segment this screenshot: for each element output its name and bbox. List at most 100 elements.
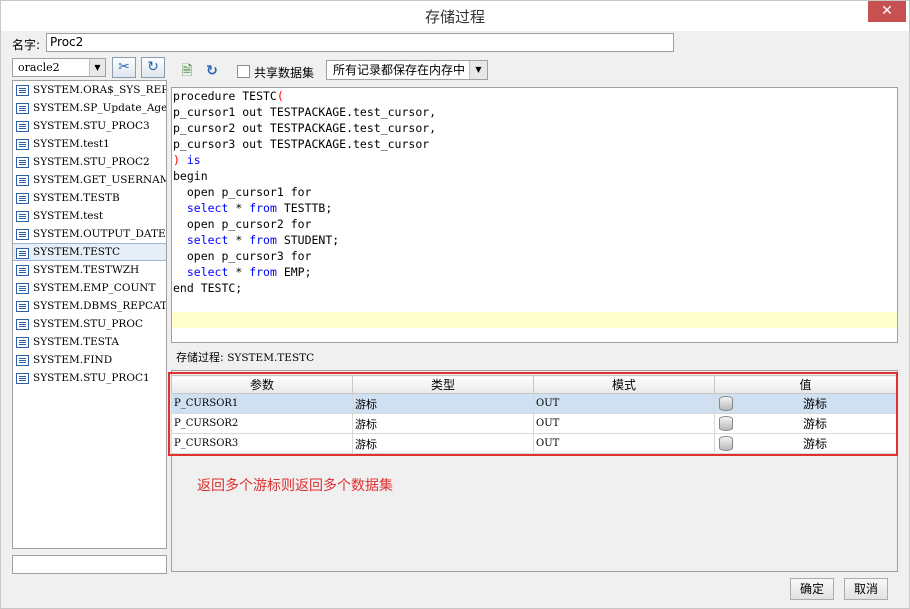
code-line: begin xyxy=(172,168,897,184)
name-input[interactable]: Proc2 xyxy=(46,33,674,52)
procedure-list-item-label: SYSTEM.ORA$_SYS_REP_AU xyxy=(33,84,166,96)
tools-button[interactable]: ✂ xyxy=(112,57,136,78)
code-token: ) xyxy=(173,153,180,167)
preview-button[interactable]: 🗎 xyxy=(178,62,196,80)
code-line: procedure TESTC( xyxy=(172,88,897,104)
procedure-list-item[interactable]: SYSTEM.FIND xyxy=(13,351,166,369)
chevron-down-icon[interactable]: ▼ xyxy=(469,61,487,79)
procedure-icon xyxy=(16,103,29,114)
procedure-icon xyxy=(16,121,29,132)
procedure-list-item[interactable]: SYSTEM.STU_PROC2 xyxy=(13,153,166,171)
refresh-button[interactable]: ↻ xyxy=(203,62,221,80)
code-token: select xyxy=(186,233,229,247)
procedure-list-item-label: SYSTEM.TESTA xyxy=(33,336,119,348)
procedure-list-item[interactable]: SYSTEM.STU_PROC3 xyxy=(13,117,166,135)
storage-mode-value: 所有记录都保存在内存中 xyxy=(333,63,466,77)
code-line xyxy=(172,312,897,328)
procedure-list-item[interactable]: SYSTEM.STU_PROC1 xyxy=(13,369,166,387)
procedure-icon xyxy=(16,175,29,186)
procedure-list-item-label: SYSTEM.DBMS_REPCAT_AUT xyxy=(33,300,166,312)
code-line: p_cursor3 out TESTPACKAGE.test_cursor xyxy=(172,136,897,152)
procedure-list-item-label: SYSTEM.STU_PROC xyxy=(33,318,143,330)
procedure-list-item-label: SYSTEM.EMP_COUNT xyxy=(33,282,156,294)
procedure-icon xyxy=(16,337,29,348)
code-line: select * from EMP; xyxy=(172,264,897,280)
code-token: EMP; xyxy=(276,265,312,279)
procedure-icon xyxy=(16,211,29,222)
procedure-list-item[interactable]: SYSTEM.TESTC xyxy=(13,243,166,261)
procedure-list-item-label: SYSTEM.FIND xyxy=(33,354,113,366)
procedure-list-item[interactable]: SYSTEM.STU_PROC xyxy=(13,315,166,333)
sql-editor[interactable]: procedure TESTC(p_cursor1 out TESTPACKAG… xyxy=(171,87,898,343)
cancel-button[interactable]: 取消 xyxy=(844,578,888,600)
connection-select[interactable]: oracle2 ▼ xyxy=(12,58,106,77)
procedure-filter-input[interactable] xyxy=(12,555,167,574)
procedure-list-item[interactable]: SYSTEM.TESTWZH xyxy=(13,261,166,279)
title-bar: 存储过程 ✕ xyxy=(1,1,909,31)
procedure-list-item[interactable]: SYSTEM.OUTPUT_DATE xyxy=(13,225,166,243)
code-token: open p_cursor2 for xyxy=(173,217,312,231)
procedure-status-value: SYSTEM.TESTC xyxy=(227,352,315,364)
close-button[interactable]: ✕ xyxy=(868,1,906,22)
procedure-list-item[interactable]: SYSTEM.DBMS_REPCAT_AUT xyxy=(13,297,166,315)
ok-button[interactable]: 确定 xyxy=(790,578,834,600)
code-token: select xyxy=(186,265,229,279)
procedure-status: 存储过程: SYSTEM.TESTC xyxy=(176,349,314,365)
procedure-list-item-label: SYSTEM.STU_PROC1 xyxy=(33,372,150,384)
window-title: 存储过程 xyxy=(424,8,485,26)
code-token: p_cursor2 out TESTPACKAGE.test_cursor, xyxy=(173,121,437,135)
procedure-icon xyxy=(16,265,29,276)
procedure-status-label: 存储过程: xyxy=(176,351,224,364)
procedure-list-item[interactable]: SYSTEM.test xyxy=(13,207,166,225)
code-token: ( xyxy=(276,89,284,103)
share-dataset-label: 共享数据集 xyxy=(254,66,315,80)
code-token: open p_cursor1 for xyxy=(173,185,312,199)
procedure-icon xyxy=(16,373,29,384)
procedure-list-item-label: SYSTEM.TESTB xyxy=(33,192,120,204)
procedure-list-item-label: SYSTEM.TESTC xyxy=(33,246,120,258)
code-line: open p_cursor2 for xyxy=(172,216,897,232)
procedure-icon xyxy=(16,248,29,259)
procedure-icon xyxy=(16,85,29,96)
refresh-list-button[interactable]: ↻ xyxy=(141,57,165,78)
procedure-icon xyxy=(16,301,29,312)
refresh-icon: ↻ xyxy=(147,59,159,75)
procedure-list-item[interactable]: SYSTEM.GET_USERNAME xyxy=(13,171,166,189)
procedure-list-item-label: SYSTEM.OUTPUT_DATE xyxy=(33,228,166,240)
code-line: end TESTC; xyxy=(172,280,897,296)
storage-mode-select[interactable]: 所有记录都保存在内存中 ▼ xyxy=(326,60,488,80)
procedure-list-item-label: SYSTEM.TESTWZH xyxy=(33,264,140,276)
code-token: TESTTB; xyxy=(276,201,333,215)
document-search-icon: 🗎 xyxy=(181,63,193,79)
procedure-list-item[interactable]: SYSTEM.SP_Update_Age xyxy=(13,99,166,117)
procedure-list-item[interactable]: SYSTEM.EMP_COUNT xyxy=(13,279,166,297)
chevron-down-icon[interactable]: ▼ xyxy=(89,59,105,76)
code-token: from xyxy=(249,265,277,279)
procedure-list-item-label: SYSTEM.GET_USERNAME xyxy=(33,174,166,186)
code-line: p_cursor2 out TESTPACKAGE.test_cursor, xyxy=(172,120,897,136)
procedure-icon xyxy=(16,193,29,204)
procedure-list-item[interactable]: SYSTEM.ORA$_SYS_REP_AU xyxy=(13,81,166,99)
procedure-list-item-label: SYSTEM.STU_PROC2 xyxy=(33,156,150,168)
procedure-icon xyxy=(16,319,29,330)
annotation-text: 返回多个游标则返回多个数据集 xyxy=(197,478,393,494)
procedure-list-item[interactable]: SYSTEM.TESTA xyxy=(13,333,166,351)
code-token: select xyxy=(186,201,229,215)
code-token: p_cursor3 out TESTPACKAGE.test_cursor xyxy=(173,137,430,151)
procedure-list-item[interactable]: SYSTEM.TESTB xyxy=(13,189,166,207)
code-line: open p_cursor1 for xyxy=(172,184,897,200)
code-token: begin xyxy=(173,169,208,183)
code-token: from xyxy=(249,233,277,247)
procedure-list[interactable]: SYSTEM.ORA$_SYS_REP_AU SYSTEM.SP_Update_A… xyxy=(12,80,167,549)
code-token: procedure TESTC xyxy=(173,89,277,103)
procedure-list-item[interactable]: SYSTEM.test1 xyxy=(13,135,166,153)
code-token: from xyxy=(249,201,277,215)
procedure-list-item-label: SYSTEM.STU_PROC3 xyxy=(33,120,150,132)
share-dataset-checkbox[interactable] xyxy=(237,65,250,78)
stored-procedure-dialog: 存储过程 ✕ 名字: Proc2 oracle2 ▼ ✂ ↻ SYSTEM.OR… xyxy=(0,0,910,609)
code-line: select * from STUDENT; xyxy=(172,232,897,248)
